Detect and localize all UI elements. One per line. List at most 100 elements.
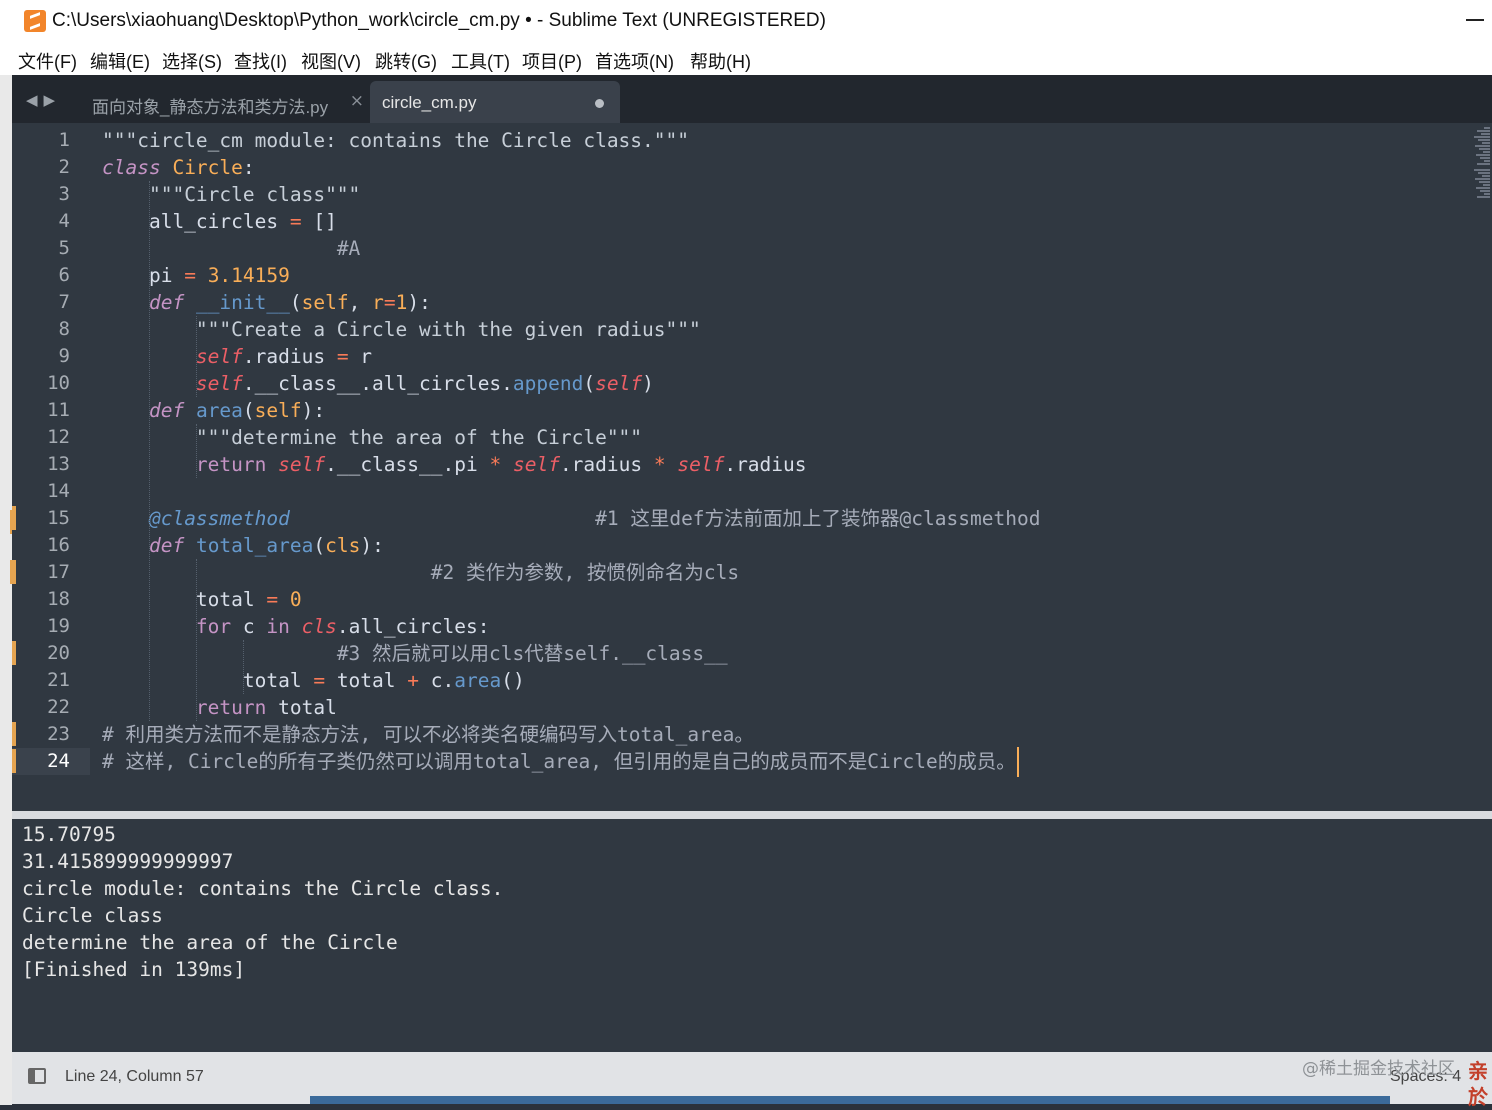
minimap-line (1477, 196, 1490, 198)
background-window-strip (0, 75, 16, 1105)
line-number: 3 (58, 183, 70, 205)
minimap-line (1475, 178, 1490, 180)
close-icon[interactable]: × (350, 91, 364, 111)
minimap-line (1481, 133, 1490, 135)
minimap-line (1483, 184, 1490, 186)
code-line[interactable]: all_circles = [] (102, 208, 337, 235)
modified-line-marker (12, 641, 16, 665)
code-line[interactable]: @classmethod #1 这里def方法前面加上了装饰器@classmet… (102, 505, 1040, 532)
line-number: 8 (58, 318, 70, 340)
line-number: 17 (47, 561, 70, 583)
code-line[interactable]: return total (102, 694, 337, 721)
line-number: 15 (47, 507, 70, 529)
build-output-panel[interactable]: 15.70795 31.415899999999997 circle module:… (12, 819, 1492, 1052)
code-line[interactable]: class Circle: (102, 154, 255, 181)
minimize-button[interactable] (1466, 19, 1484, 21)
line-number: 18 (47, 588, 70, 610)
line-number: 24 (47, 750, 70, 772)
panel-toggle-icon[interactable] (28, 1068, 46, 1084)
minimap-line (1484, 127, 1490, 129)
code-editor[interactable]: 1 2 3 4 5 6 7 8 9 10 11 12 13 14 15 16 17 18 19 20 21 22 23 24 … (12, 123, 1492, 811)
menu-help[interactable]: 帮助(H) (690, 48, 751, 74)
minimap-line (1479, 148, 1490, 150)
menu-tools[interactable]: 工具(T) (451, 48, 510, 74)
minimap-line (1484, 160, 1490, 162)
line-number: 21 (47, 669, 70, 691)
code-line[interactable]: def area(self): (102, 397, 325, 424)
tab-nav-arrows[interactable]: ◀▶ (26, 91, 61, 109)
code-line[interactable]: def __init__(self, r=1): (102, 289, 431, 316)
line-number: 14 (47, 480, 70, 502)
line-number: 11 (47, 399, 70, 421)
code-line[interactable]: """Circle class""" (102, 181, 360, 208)
code-line[interactable]: self.radius = r (102, 343, 372, 370)
minimap-line (1482, 175, 1490, 177)
window-title: C:\Users\xiaohuang\Desktop\Python_work\c… (52, 10, 826, 31)
minimap-line (1482, 142, 1490, 144)
menu-file[interactable]: 文件(F) (18, 48, 77, 74)
tab-bar: ◀▶ 面向对象_静态方法和类方法.py × circle_cm.py (12, 75, 1492, 123)
line-number: 20 (47, 642, 70, 664)
minimap[interactable] (1472, 123, 1492, 203)
line-number: 4 (58, 210, 70, 232)
minimap-line (1480, 190, 1490, 192)
output-line: determine the area of the Circle (22, 931, 398, 954)
code-line[interactable]: # 这样, Circle的所有子类仍然可以调用total_area, 但引用的是… (102, 748, 1016, 775)
line-number: 12 (47, 426, 70, 448)
watermark-side-text: 亲 於 (1468, 1059, 1488, 1109)
minimap-line (1483, 151, 1490, 153)
minimap-line (1476, 154, 1490, 156)
minimap-line (1484, 193, 1490, 195)
indent-guide (243, 640, 245, 694)
menu-edit[interactable]: 编辑(E) (90, 48, 150, 74)
taskbar-edge (310, 1096, 1390, 1104)
indent-guide (196, 559, 198, 721)
menu-goto[interactable]: 跳转(G) (375, 48, 437, 74)
minimap-line (1474, 136, 1490, 138)
output-line: circle module: contains the Circle class… (22, 877, 504, 900)
tab-circle-cm[interactable]: circle_cm.py (370, 81, 620, 123)
minimap-line (1478, 172, 1490, 174)
code-line[interactable]: """Create a Circle with the given radius… (102, 316, 701, 343)
code-line[interactable]: # 利用类方法而不是静态方法, 可以不必将类名硬编码写入total_area。 (102, 721, 754, 748)
tab-static-methods[interactable]: 面向对象_静态方法和类方法.py × (82, 81, 372, 123)
panel-splitter[interactable] (12, 811, 1492, 819)
menu-selection[interactable]: 选择(S) (162, 48, 222, 74)
unsaved-dot-icon[interactable] (595, 99, 604, 108)
line-number: 23 (47, 723, 70, 745)
menu-project[interactable]: 项目(P) (522, 48, 582, 74)
indent-guide (196, 424, 198, 478)
code-line[interactable]: """circle_cm module: contains the Circle… (102, 127, 689, 154)
menu-preferences[interactable]: 首选项(N) (595, 48, 674, 74)
text-cursor (1017, 747, 1019, 777)
indent-guide (196, 316, 198, 397)
code-line[interactable]: total = total + c.area() (102, 667, 525, 694)
minimap-line (1477, 130, 1490, 132)
tab-label: 面向对象_静态方法和类方法.py (92, 98, 329, 117)
code-line[interactable]: #A (102, 235, 360, 262)
tab-label: circle_cm.py (382, 93, 477, 112)
modified-line-marker (12, 506, 16, 530)
code-line[interactable]: total = 0 (102, 586, 302, 613)
line-number: 22 (47, 696, 70, 718)
output-line: 31.415899999999997 (22, 850, 234, 873)
line-number: 7 (58, 291, 70, 313)
code-line[interactable]: pi = 3.14159 (102, 262, 290, 289)
title-bar: C:\Users\xiaohuang\Desktop\Python_work\c… (0, 0, 1492, 44)
line-number: 10 (47, 372, 70, 394)
modified-line-marker (12, 560, 16, 584)
modified-line-marker (12, 722, 16, 746)
code-area[interactable]: """circle_cm module: contains the Circle… (102, 123, 1462, 811)
code-line[interactable]: self.__class__.all_circles.append(self) (102, 370, 654, 397)
minimap-line (1478, 139, 1490, 141)
code-line[interactable]: """determine the area of the Circle""" (102, 424, 642, 451)
output-line: [Finished in 139ms] (22, 958, 246, 981)
menu-find[interactable]: 查找(I) (234, 48, 287, 74)
code-line[interactable]: for c in cls.all_circles: (102, 613, 490, 640)
menu-view[interactable]: 视图(V) (301, 48, 361, 74)
code-line[interactable]: def total_area(cls): (102, 532, 384, 559)
code-line[interactable]: return self.__class__.pi * self.radius *… (102, 451, 807, 478)
output-line: 15.70795 (22, 823, 116, 846)
minimap-line (1479, 181, 1490, 183)
cursor-position[interactable]: Line 24, Column 57 (65, 1068, 204, 1086)
